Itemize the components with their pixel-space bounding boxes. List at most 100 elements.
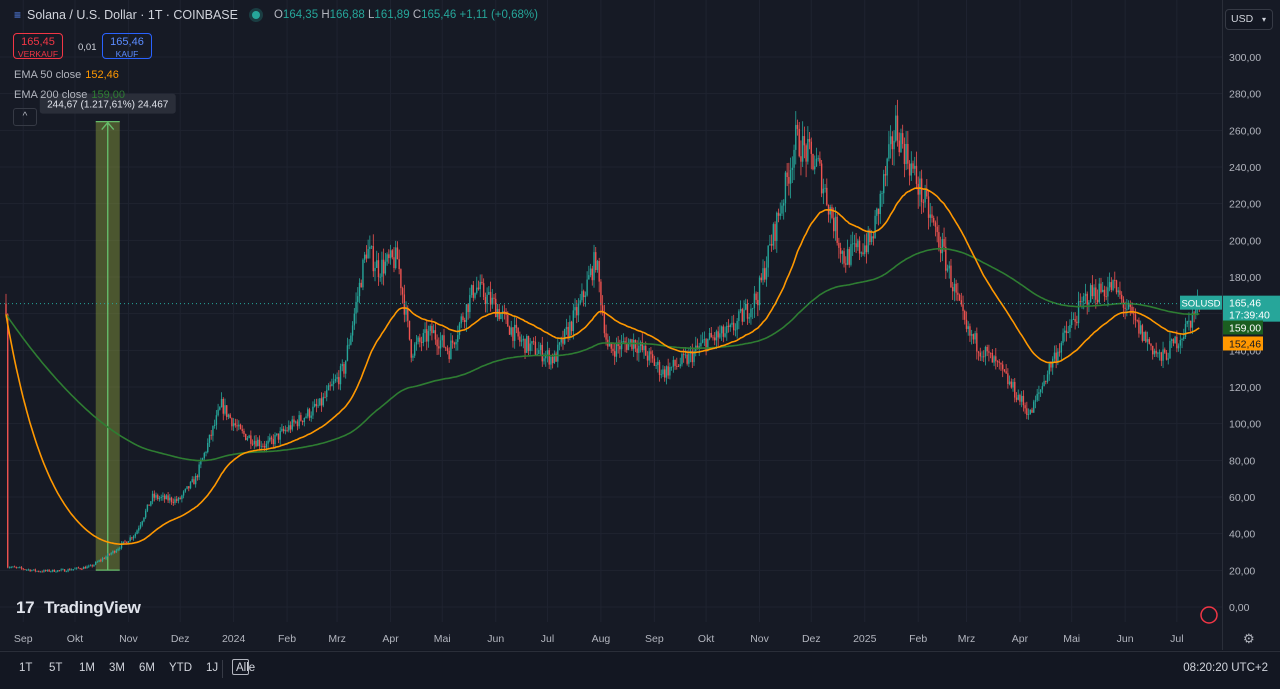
range-button-6m[interactable]: 6M [139, 662, 155, 674]
candle-body [674, 359, 676, 366]
candle-body [581, 291, 583, 301]
candle-body [1103, 289, 1106, 297]
candle-body [139, 524, 142, 528]
us-flag-icon [1200, 606, 1218, 624]
y-tick-label: 260,00 [1229, 125, 1261, 137]
candle-body [48, 569, 50, 572]
candle-body [500, 313, 502, 319]
candle-body [632, 339, 635, 350]
tradingview-logo[interactable]: 17 TradingView [16, 598, 141, 618]
candle-body [1041, 386, 1044, 390]
candle-body [241, 429, 243, 431]
candle-body [750, 308, 752, 318]
close-value: 165,46 [421, 9, 457, 21]
candle-body [69, 569, 71, 571]
candle-body [407, 308, 409, 321]
candle-body [1134, 314, 1137, 321]
candle-body [208, 434, 211, 443]
candle-body [155, 495, 157, 498]
candle-body [517, 327, 519, 337]
candle-body [1150, 343, 1152, 346]
ema200-tag: 159,00 [1229, 323, 1261, 335]
candle-body [951, 287, 954, 292]
candle-body [426, 329, 428, 342]
candle-body [846, 249, 849, 265]
x-tick-label: Nov [119, 633, 138, 645]
candle-body [224, 405, 226, 414]
candle-body [217, 409, 219, 416]
candle-body [446, 348, 449, 351]
candle-body [876, 208, 878, 216]
candle-body [269, 437, 271, 441]
ema50-legend[interactable]: EMA 50 close 152,46 [14, 69, 119, 81]
candle-body [315, 403, 318, 407]
candle-body [427, 330, 430, 342]
candle-body [351, 325, 354, 336]
candle-body [1058, 351, 1061, 353]
candle-body [858, 240, 861, 254]
chevron-down-icon: ▾ [1261, 15, 1266, 24]
price-axis[interactable]: 0,00 20,00 40,00 60,00 80,00 100,00 120,00 140,… [1222, 0, 1280, 650]
currency-select[interactable]: USD ▾ [1225, 9, 1273, 30]
candle-body [807, 138, 809, 162]
candle-body [1139, 325, 1142, 334]
candle-body [1045, 381, 1047, 382]
range-button-ytd[interactable]: YTD [169, 662, 192, 674]
x-tick-label: Jul [1170, 633, 1183, 645]
currency-value: USD [1231, 13, 1254, 25]
candle-body [463, 320, 466, 323]
candle-body [1031, 409, 1033, 413]
candle-body [176, 499, 178, 501]
candle-body [979, 352, 981, 357]
candle-body [1184, 323, 1187, 337]
range-button-1m[interactable]: 1M [79, 662, 95, 674]
range-button-3m[interactable]: 3M [109, 662, 125, 674]
candle-body [1053, 352, 1056, 359]
range-button-5t[interactable]: 5T [49, 662, 62, 674]
candle-body [391, 250, 393, 258]
candle-body [105, 556, 107, 559]
candle-body [320, 398, 323, 406]
candle-body [277, 433, 280, 440]
candle-body [194, 475, 197, 485]
y-tick-label: 220,00 [1229, 199, 1261, 211]
candle-body [843, 251, 845, 264]
candle-body [122, 541, 124, 544]
buy-button[interactable]: 165,46 KAUF [102, 33, 152, 59]
candle-body [1000, 362, 1002, 365]
clock[interactable]: 08:20:20 UTC+2 [1183, 662, 1268, 674]
x-tick-label: Mrz [328, 633, 346, 645]
candle-body [603, 312, 606, 334]
candle-body [453, 342, 456, 345]
y-tick-label: 80,00 [1229, 455, 1255, 467]
settings-icon: ⚙ [1243, 631, 1255, 646]
candle-body [614, 351, 616, 357]
candle-body [1050, 363, 1052, 368]
candle-body [362, 259, 364, 288]
calendar-icon[interactable] [232, 659, 249, 675]
plot-area[interactable]: 244,67 (1.217,61%) 24.467 Sep Okt Nov Dez 20… [0, 0, 1222, 650]
candle-body [926, 190, 928, 197]
price-chart[interactable]: 244,67 (1.217,61%) 24.467 Sep Okt Nov Dez 20… [0, 0, 1222, 650]
ema200-legend[interactable]: EMA 200 close 159,00 [14, 89, 125, 101]
candle-body [643, 345, 645, 351]
candle-body [1164, 349, 1166, 353]
candle-body [424, 329, 426, 334]
candle-body [981, 356, 983, 358]
range-button-1t[interactable]: 1T [19, 662, 32, 674]
chevron-up-icon[interactable]: ^ [13, 108, 37, 126]
candle-body [448, 350, 450, 360]
candle-body [81, 568, 83, 570]
candle-body [212, 425, 214, 436]
candle-body [46, 569, 49, 571]
range-button-1j[interactable]: 1J [206, 662, 218, 674]
sell-button[interactable]: 165,45 VERKAUF [13, 33, 63, 59]
candle-body [817, 158, 819, 160]
candle-body [557, 344, 559, 362]
candle-body [762, 268, 764, 281]
symbol-title[interactable]: Solana / U.S. Dollar · 1T · COINBASE [27, 8, 238, 22]
candle-body [751, 307, 754, 309]
candle-body [1076, 321, 1078, 324]
candle-body [1124, 307, 1126, 309]
menu-icon[interactable]: ≡ [14, 8, 21, 22]
